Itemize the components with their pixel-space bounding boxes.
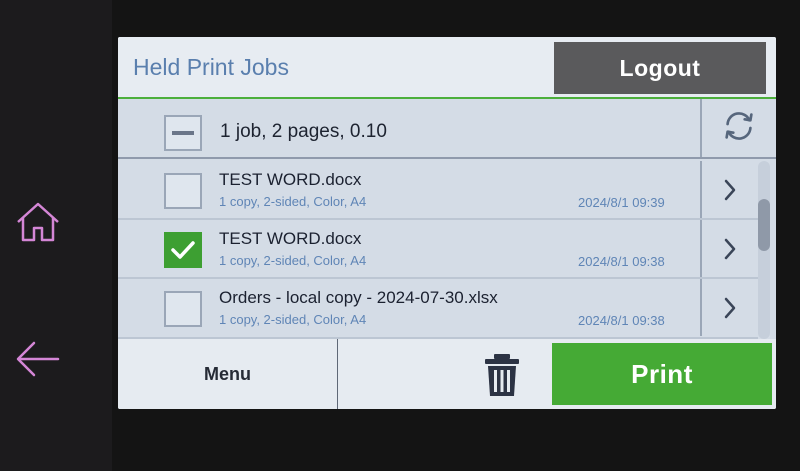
chevron-right-icon [724,179,736,200]
job-details: 1 copy, 2-sided, Color, A4 [219,253,367,268]
job-date: 2024/8/1 09:38 [578,254,665,269]
trash-icon [485,354,519,396]
refresh-button[interactable] [700,99,776,157]
job-date: 2024/8/1 09:38 [578,313,665,328]
indeterminate-mark [172,131,194,135]
job-checkbox[interactable] [164,291,202,327]
footer-bar: Menu Print [118,339,776,409]
job-detail-button[interactable] [700,161,758,218]
job-detail-button[interactable] [700,220,758,277]
menu-button[interactable]: Menu [118,339,338,409]
select-all-checkbox[interactable] [164,115,202,151]
print-button[interactable]: Print [552,343,772,405]
job-summary-text: 1 job, 2 pages, 0.10 [220,121,387,142]
checkmark-icon [171,241,195,259]
page-title: Held Print Jobs [133,54,289,80]
job-checkbox[interactable] [164,173,202,209]
refresh-icon [720,107,758,150]
job-detail-button[interactable] [700,279,758,336]
job-row[interactable]: TEST WORD.docx 1 copy, 2-sided, Color, A… [118,161,758,220]
scrollbar-thumb[interactable] [758,199,770,251]
job-summary-bar: 1 job, 2 pages, 0.10 [118,99,776,159]
home-icon[interactable] [14,198,62,246]
delete-button[interactable] [480,352,524,398]
job-row[interactable]: Orders - local copy - 2024-07-30.xlsx 1 … [118,279,758,339]
job-list-scrollbar[interactable] [758,161,770,339]
job-details: 1 copy, 2-sided, Color, A4 [219,194,367,209]
job-checkbox[interactable] [164,232,202,268]
back-arrow-icon[interactable] [14,335,62,383]
touch-screen: Held Print Jobs Logout 1 job, 2 pages, 0… [118,37,776,409]
chevron-right-icon [724,297,736,318]
job-details: 1 copy, 2-sided, Color, A4 [219,312,367,327]
job-date: 2024/8/1 09:39 [578,195,665,210]
chevron-right-icon [724,238,736,259]
header-bar: Held Print Jobs Logout [118,37,776,99]
job-file-name: TEST WORD.docx [219,229,362,248]
job-row[interactable]: TEST WORD.docx 1 copy, 2-sided, Color, A… [118,220,758,279]
logout-button[interactable]: Logout [554,42,766,94]
job-file-name: Orders - local copy - 2024-07-30.xlsx [219,288,498,307]
job-file-name: TEST WORD.docx [219,170,362,189]
